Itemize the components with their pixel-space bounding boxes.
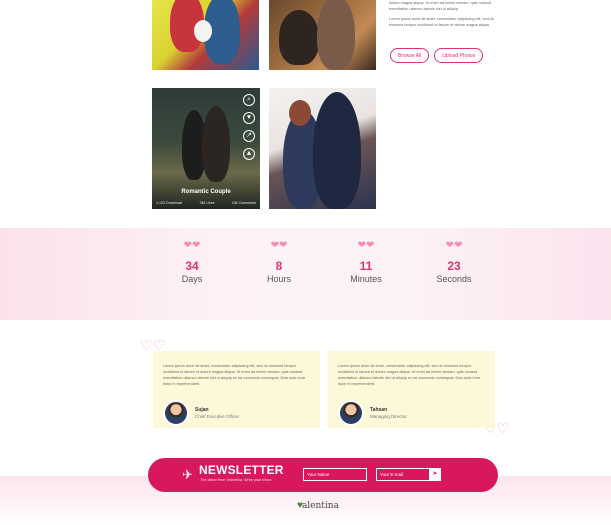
page: dolore magna aliqua. Ut enim ad minim ve…: [0, 0, 611, 525]
like-count: 786 Likes: [199, 201, 215, 205]
testimonial-author: Tahsan Managing Director: [338, 400, 407, 426]
countdown-section: ❤❤ 34 Days ❤❤ 8 Hours ❤❤ 11 Minutes ❤❤ 2…: [0, 228, 611, 320]
countdown-hours: ❤❤ 8 Hours: [249, 240, 309, 284]
countdown-label: Minutes: [350, 274, 382, 284]
hearts-icon: ❤❤: [357, 240, 375, 251]
couple-figure: [202, 106, 230, 182]
bouquet-shape: [194, 20, 212, 42]
countdown-label: Hours: [266, 274, 291, 284]
photo-actions: ⌕ ♥ ↗ ▲: [243, 94, 255, 160]
newsletter-name-input[interactable]: [303, 468, 367, 481]
heart-icon[interactable]: ♥: [243, 112, 255, 124]
upload-photos-button[interactable]: Upload Photos: [434, 48, 484, 63]
gallery-buttons: Browse All Upload Photos: [390, 48, 484, 63]
description-paragraph: Lorem ipsum dolor sit amet, consectetur …: [389, 17, 494, 27]
gallery-photo-featured[interactable]: ⌕ ♥ ↗ ▲ Romantic Couple 1,120 Download 7…: [152, 88, 260, 209]
testimonial-text: Lorem ipsum dolor sit amet, consectetur …: [163, 364, 306, 386]
gallery-photo-4[interactable]: [269, 88, 376, 209]
newsletter-email-input[interactable]: [376, 468, 431, 481]
author-name: Sujan: [195, 407, 209, 413]
countdown-seconds: ❤❤ 23 Seconds: [424, 240, 484, 284]
author-name: Tahsan: [370, 407, 388, 413]
couple-figure: [317, 0, 355, 70]
countdown-value: 34: [185, 259, 199, 273]
avatar: [163, 400, 189, 426]
countdown-label: Days: [181, 274, 203, 284]
couple-figure: [279, 10, 319, 65]
testimonial-author: Sujan Chief Exicutive Officer: [163, 400, 239, 426]
avatar: [338, 400, 364, 426]
description-paragraph: dolore magna aliqua. Ut enim ad minim ve…: [389, 1, 492, 11]
countdown-minutes: ❤❤ 11 Minutes: [336, 240, 396, 284]
gallery-photo-1[interactable]: [152, 0, 259, 70]
download-icon[interactable]: ▲: [243, 148, 255, 160]
paper-plane-icon: ✈: [182, 467, 193, 482]
photo-stats: 1,120 Download 786 Likes 13k Comments: [156, 201, 256, 205]
hair-shape: [289, 100, 311, 126]
send-icon[interactable]: ➤: [429, 468, 441, 481]
photo-title: Romantic Couple: [181, 189, 231, 195]
author-role: Managing Director: [370, 414, 407, 419]
countdown-value: 8: [275, 259, 283, 273]
author-role: Chief Exicutive Officer: [195, 414, 240, 419]
logo-text: alentina: [301, 500, 339, 511]
countdown-value: 11: [359, 259, 373, 273]
countdown-days: ❤❤ 34 Days: [162, 240, 222, 284]
download-count: 1,120 Download: [156, 201, 182, 205]
testimonial-text: Lorem ipsum dolor sit amet, consectetur …: [338, 364, 481, 386]
testimonial-card: Lorem ipsum dolor sit amet, consectetur …: [328, 351, 495, 428]
hearts-icon: ❤❤: [183, 240, 201, 251]
hearts-icon: ❤❤: [270, 240, 288, 251]
gallery-description: dolore magna aliqua. Ut enim ad minim ve…: [389, 0, 497, 32]
testimonial-card: Lorem ipsum dolor sit amet, consectetur …: [153, 351, 320, 428]
hearts-icon: ❤❤: [445, 240, 463, 251]
newsletter-bar: ✈ NEWSLETTER The latest from Valentina, …: [148, 458, 498, 492]
zoom-icon[interactable]: ⌕: [243, 94, 255, 106]
browse-all-button[interactable]: Browse All: [390, 48, 430, 63]
countdown-label: Seconds: [436, 274, 472, 284]
site-logo[interactable]: ♥ alentina: [297, 500, 339, 511]
newsletter-title: NEWSLETTER: [199, 463, 284, 477]
comment-count: 13k Comments: [231, 201, 256, 205]
gallery-photo-2[interactable]: [269, 0, 376, 70]
countdown-value: 23: [447, 259, 461, 273]
newsletter-subtitle: The latest from Valentina, Write your in…: [200, 478, 272, 482]
couple-figure: [313, 92, 361, 209]
share-icon[interactable]: ↗: [243, 130, 255, 142]
